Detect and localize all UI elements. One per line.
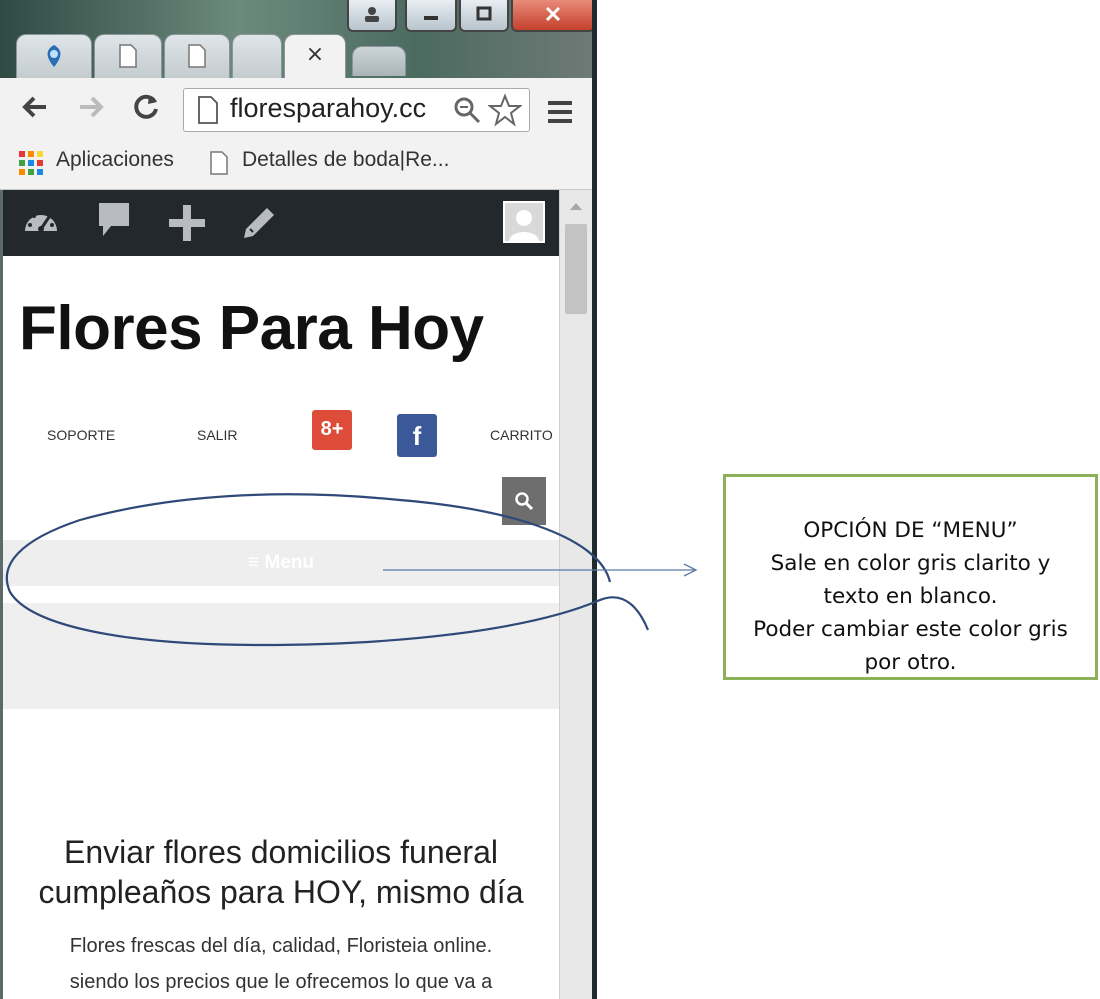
facebook-button[interactable]: f [397,414,437,457]
annotation-line-1: OPCIÓN DE “MENU” [803,518,1018,543]
dashboard-icon[interactable] [21,203,61,243]
minimize-button[interactable] [405,0,457,32]
tab-2[interactable] [94,34,162,78]
google-plus-button[interactable]: 8+ [312,410,352,450]
pencil-icon[interactable] [241,205,277,241]
reload-icon [134,94,158,119]
menu-toggle-label[interactable]: ≡ Menu [3,552,559,574]
profile-icon [365,7,379,22]
page-icon [188,44,206,68]
bookmark-apps[interactable]: Aplicaciones [56,148,174,172]
forward-arrow-icon [80,96,104,118]
page-viewport: Flores Para Hoy SOPORTE SALIR 8+ f CARRI… [3,190,559,999]
back-arrow-icon [22,96,46,118]
headline-line-2: cumpleaños para HOY, mismo día [38,874,524,910]
annotation-callout-box: OPCIÓN DE “MENU” Sale en color gris clar… [723,474,1098,680]
tab-3[interactable] [164,34,230,78]
profile-button[interactable] [347,0,397,32]
new-tab-button[interactable] [352,46,406,76]
site-favicon-icon [47,45,61,67]
nav-link-salir[interactable]: SALIR [197,427,237,443]
tab-4[interactable] [232,34,282,78]
close-icon [545,6,561,22]
scroll-up-arrow-icon[interactable] [568,200,584,212]
intro-text-line-2: siendo los precios que le ofrecemos lo q… [69,971,493,993]
nav-link-soporte[interactable]: SOPORTE [47,427,115,443]
bookmark-detalles-de-boda[interactable]: Detalles de boda|Re... [242,148,449,172]
comment-icon[interactable] [95,200,133,242]
annotation-arrow-head [683,563,698,577]
apps-grid-icon[interactable] [18,150,44,176]
hamburger-menu-icon [548,101,572,123]
back-button[interactable] [20,92,50,131]
page-icon [198,96,218,124]
annotation-line-3: texto en blanco. [823,584,998,609]
tab-active[interactable]: × [284,34,346,78]
chrome-menu-button[interactable] [546,98,574,134]
avatar-icon[interactable] [503,201,545,243]
minimize-icon [424,16,438,20]
annotation-line-5: por otro. [864,650,957,675]
star-bookmark-icon[interactable] [488,93,522,127]
maximize-button[interactable] [459,0,509,32]
annotation-line-4: Poder cambiar este color gris [753,617,1068,642]
annotation-line-2: Sale en color gris clarito y [770,551,1051,576]
google-plus-icon: 8+ [320,418,344,440]
address-url: floresparahoy.cc [230,93,427,123]
menu-bar[interactable]: ≡ Menu [3,540,559,586]
headline-line-1: Enviar flores domicilios funeral [64,834,498,870]
search-icon [515,492,534,511]
tab-1[interactable] [16,34,92,78]
page-scrollbar[interactable] [559,190,592,999]
wp-admin-bar [3,190,559,256]
forward-button[interactable] [76,92,106,131]
browser-toolbar: floresparahoy.cc Aplicaciones Detalles d… [0,78,597,190]
user-silhouette-icon [509,210,539,241]
search-button[interactable] [502,477,546,525]
browser-window: × floresparahoy.cc Aplicaciones Detalles… [0,0,597,999]
page-icon [119,44,137,68]
zoom-icon[interactable] [452,95,482,125]
tab-close-icon[interactable]: × [306,42,324,67]
address-bar[interactable]: floresparahoy.cc [183,88,530,132]
header-image-area [3,603,559,709]
facebook-icon: f [412,421,422,451]
scrollbar-thumb[interactable] [565,224,587,314]
close-window-button[interactable] [511,0,595,32]
plus-icon[interactable] [167,203,207,243]
intro-text-line-1: Flores frescas del día, calidad, Florist… [69,935,493,957]
nav-link-carrito[interactable]: CARRITO [490,427,553,443]
maximize-icon [476,6,492,21]
site-title[interactable]: Flores Para Hoy [19,293,484,364]
window-border [592,0,597,999]
reload-button[interactable] [131,92,161,131]
page-icon [210,151,228,175]
